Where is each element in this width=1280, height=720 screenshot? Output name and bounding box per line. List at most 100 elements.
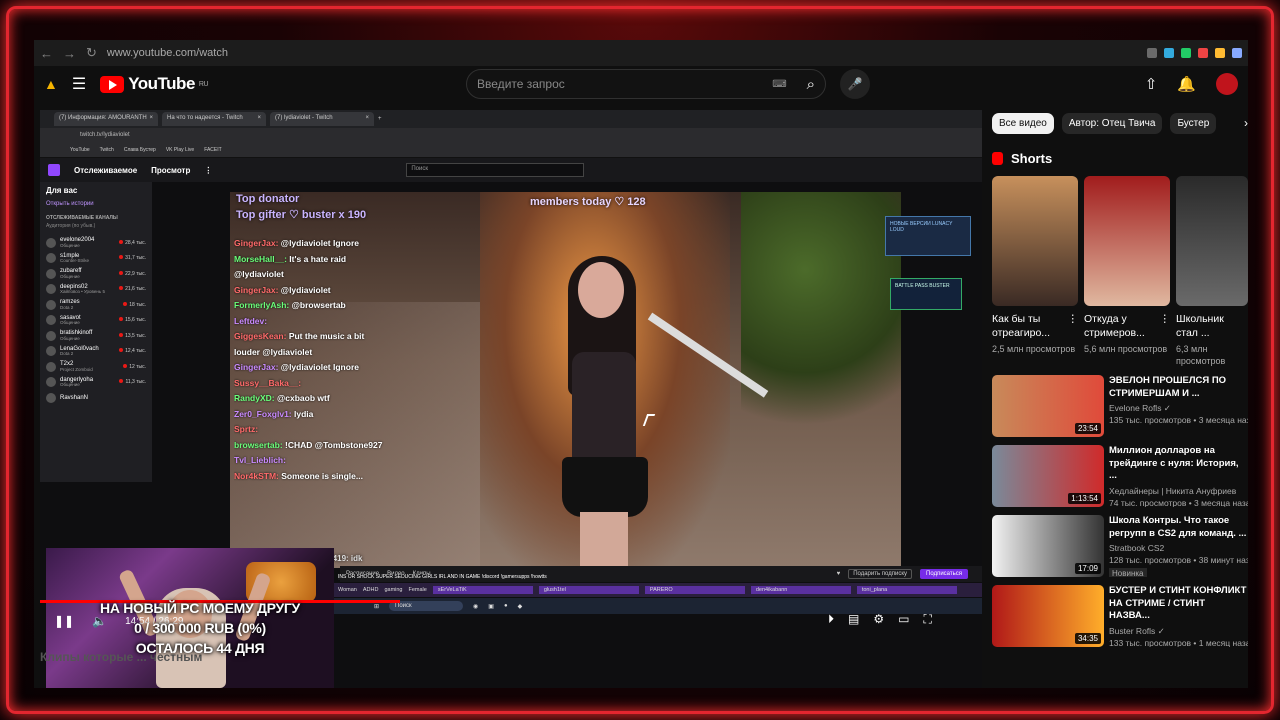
- followed-channel[interactable]: bratishkinoff Общение 13,5 тыс.: [46, 328, 146, 344]
- followed-channel[interactable]: ramzes Dota 2 18 тыс.: [46, 297, 146, 313]
- taskbar-search[interactable]: Поиск: [389, 601, 464, 611]
- reload-icon[interactable]: ↻: [86, 45, 97, 61]
- taskbar-window[interactable]: glush1tel: [538, 586, 639, 594]
- video-item[interactable]: 23:54 ЭВЕЛОН ПРОШЕЛСЯ ПО СТРИМЕРШАМ И ...…: [992, 375, 1248, 437]
- chip-buster[interactable]: Бустер: [1170, 112, 1217, 134]
- taskbar-window[interactable]: sErVeLaTiK: [432, 586, 533, 594]
- stream-ad-banner[interactable]: НОВЫЕ ВЕРСИИ LUNACY LOUD: [885, 216, 971, 256]
- more-icon[interactable]: ⋮: [1160, 312, 1171, 340]
- video-thumbnail[interactable]: 17:09: [992, 515, 1104, 577]
- followed-channel[interactable]: T2x2 Project Zomboid 12 тыс.: [46, 359, 146, 375]
- subtitles-icon[interactable]: ▤: [848, 612, 859, 627]
- stream-tag[interactable]: Woman: [338, 587, 357, 593]
- twitch-nav-following[interactable]: Отслеживаемое: [74, 166, 137, 175]
- short-card[interactable]: Как бы ты отреагиро... ⋮ 2,5 млн просмотр…: [992, 176, 1078, 367]
- theater-icon[interactable]: ▭: [898, 612, 909, 627]
- short-title[interactable]: Школьник стал ...: [1176, 312, 1248, 340]
- video-thumbnail[interactable]: 34:35: [992, 585, 1104, 647]
- video-channel[interactable]: Evelone Rofls ✓: [1109, 402, 1248, 414]
- search-icon[interactable]: ⌕: [807, 76, 815, 93]
- video-channel[interactable]: Хедлайнеры | Никита Ануфриев: [1109, 485, 1248, 497]
- windows-start-icon[interactable]: ⊞: [374, 603, 379, 610]
- back-icon[interactable]: ←: [40, 46, 53, 61]
- taskbar-window[interactable]: PARERO: [644, 586, 745, 594]
- extension-icon[interactable]: [1198, 48, 1208, 58]
- short-thumbnail[interactable]: [1176, 176, 1248, 306]
- subscribe-button[interactable]: Подписаться: [920, 569, 968, 579]
- extension-icon[interactable]: [1164, 48, 1174, 58]
- upload-icon[interactable]: ⇧: [1145, 75, 1158, 93]
- video-channel[interactable]: Stratbook CS2: [1109, 542, 1248, 554]
- followed-channel[interactable]: s1mple Counter-Strike 31,7 тыс.: [46, 251, 146, 267]
- heart-icon[interactable]: ♥: [837, 571, 841, 577]
- more-icon[interactable]: ⋮: [204, 166, 212, 175]
- video-title[interactable]: БУСТЕР И СТИНТ КОНФЛИКТ НА СТРИМЕ / СТИН…: [1109, 585, 1248, 623]
- short-thumbnail[interactable]: [1084, 176, 1170, 306]
- app-icon[interactable]: ▣: [488, 603, 494, 610]
- mic-icon[interactable]: 🎤: [840, 69, 871, 99]
- video-thumbnail[interactable]: 1:13:54: [992, 445, 1104, 507]
- forward-icon[interactable]: →: [63, 46, 76, 61]
- more-icon[interactable]: ⋮: [1068, 312, 1079, 340]
- video-item[interactable]: 1:13:54 Миллион долларов на трейдинге с н…: [992, 445, 1248, 507]
- url-text[interactable]: www.youtube.com/watch: [107, 47, 228, 59]
- video-item[interactable]: 34:35 БУСТЕР И СТИНТ КОНФЛИКТ НА СТРИМЕ /…: [992, 585, 1248, 647]
- menu-icon[interactable]: ☰: [72, 74, 86, 94]
- video-channel[interactable]: Buster Rofls ✓: [1109, 625, 1248, 637]
- followed-channel[interactable]: RavshanN: [46, 390, 146, 406]
- stream-tag[interactable]: gaming: [384, 587, 402, 593]
- avatar[interactable]: [1216, 73, 1238, 95]
- keyboard-icon[interactable]: ⌨: [772, 79, 786, 90]
- followed-channel[interactable]: evelone2004 Общение 28,4 тыс.: [46, 235, 146, 251]
- chevron-right-icon[interactable]: ›: [1244, 116, 1248, 130]
- video-item[interactable]: 17:09 Школа Контры. Что такое регрупп в C…: [992, 515, 1248, 577]
- followed-channel[interactable]: zubareff Общение 22,9 тыс.: [46, 266, 146, 282]
- bookmark[interactable]: VK Play Live: [166, 147, 194, 154]
- followed-channel[interactable]: deepins02 Хайповоз • Уровень 5 21,6 тыс.: [46, 282, 146, 298]
- youtube-logo[interactable]: YouTube RU: [100, 74, 209, 94]
- autoplay-icon[interactable]: ⏵: [828, 612, 834, 627]
- chip-all[interactable]: Все видео: [992, 112, 1054, 134]
- bookmark[interactable]: FACEIT: [204, 147, 222, 154]
- short-card[interactable]: Школьник стал ... 6,3 млн просмотров: [1176, 176, 1248, 367]
- stream-tag[interactable]: Female: [409, 587, 427, 593]
- bookmark[interactable]: Слава Бустер: [124, 147, 156, 154]
- browser-tab[interactable]: (7) Информация: AMOURANTH ×: [54, 112, 158, 126]
- followed-channel[interactable]: sasavot Общение 15,6 тыс.: [46, 313, 146, 329]
- short-card[interactable]: Откуда у стримеров... ⋮ 5,6 млн просмотро…: [1084, 176, 1170, 367]
- chip-author[interactable]: Автор: Отец Твича: [1061, 112, 1163, 134]
- twitch-search-input[interactable]: Поиск: [406, 163, 585, 177]
- short-thumbnail[interactable]: [992, 176, 1078, 306]
- stream-video[interactable]: Top donator Top gifter ♡ buster x 190 me…: [230, 192, 901, 568]
- bell-icon[interactable]: 🔔: [1177, 75, 1196, 93]
- followed-channel[interactable]: LenaGol0vach Dota 2 12,4 тыс.: [46, 344, 146, 360]
- video-thumbnail[interactable]: 23:54: [992, 375, 1104, 437]
- bookmark[interactable]: YouTube: [70, 147, 90, 154]
- video-title[interactable]: Школа Контры. Что такое регрупп в CS2 дл…: [1109, 515, 1248, 540]
- twitch-url[interactable]: twitch.tv/lydiaviolet: [40, 128, 982, 144]
- browser-tab[interactable]: (7) lydiaviolet - Twitch ×: [270, 112, 374, 126]
- extension-icon[interactable]: [1147, 48, 1157, 58]
- browser-tab[interactable]: На что то надеется - Twitch ×: [162, 112, 266, 126]
- short-title[interactable]: Откуда у стримеров...: [1084, 312, 1160, 340]
- search-box[interactable]: Введите запрос ⌨ ⌕: [466, 69, 827, 99]
- app-icon[interactable]: ◆: [518, 603, 523, 610]
- bookmark[interactable]: Twitch: [100, 147, 114, 154]
- app-icon[interactable]: ●: [504, 603, 508, 609]
- twitch-logo-icon[interactable]: [48, 164, 60, 176]
- new-tab-icon[interactable]: +: [378, 116, 382, 122]
- taskbar-window[interactable]: den4ikabann: [750, 586, 851, 594]
- extension-icon[interactable]: [1215, 48, 1225, 58]
- app-icon[interactable]: ◉: [473, 603, 478, 610]
- video-title[interactable]: Миллион долларов на трейдинге с нуля: Ис…: [1109, 445, 1248, 483]
- video-title[interactable]: ЭВЕЛОН ПРОШЕЛСЯ ПО СТРИМЕРШАМ И ...: [1109, 375, 1248, 400]
- battle-pass-banner[interactable]: BATTLE PASS BUSTER: [890, 278, 962, 310]
- twitch-nav-browse[interactable]: Просмотр: [151, 166, 190, 175]
- stream-tag[interactable]: ADHD: [363, 587, 379, 593]
- open-stories-link[interactable]: Открыть истории: [46, 201, 146, 207]
- search-input[interactable]: Введите запрос: [477, 77, 565, 91]
- fullscreen-icon[interactable]: ⛶: [923, 612, 931, 627]
- settings-icon[interactable]: ⚙: [873, 612, 884, 627]
- extension-icon[interactable]: [1232, 48, 1242, 58]
- extension-icon[interactable]: [1181, 48, 1191, 58]
